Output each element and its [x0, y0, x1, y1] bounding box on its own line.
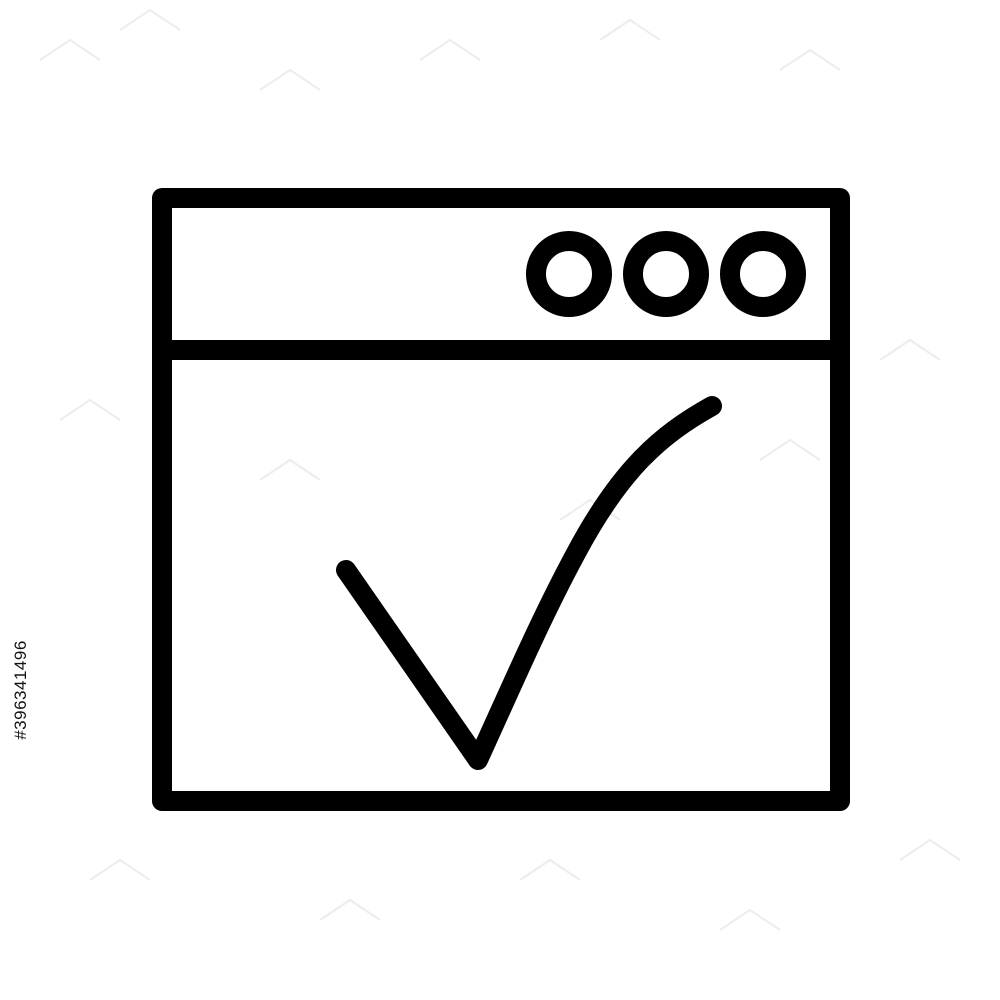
circle-icon	[623, 231, 709, 317]
browser-window-check-icon	[39, 8, 961, 931]
circle-icon	[720, 231, 806, 317]
icon-canvas: #396341496	[0, 0, 1000, 1000]
stock-id-label: #396341496	[8, 500, 34, 880]
stock-id-text: #396341496	[11, 640, 31, 740]
circle-icon	[526, 231, 612, 317]
checkmark-icon	[336, 396, 722, 770]
